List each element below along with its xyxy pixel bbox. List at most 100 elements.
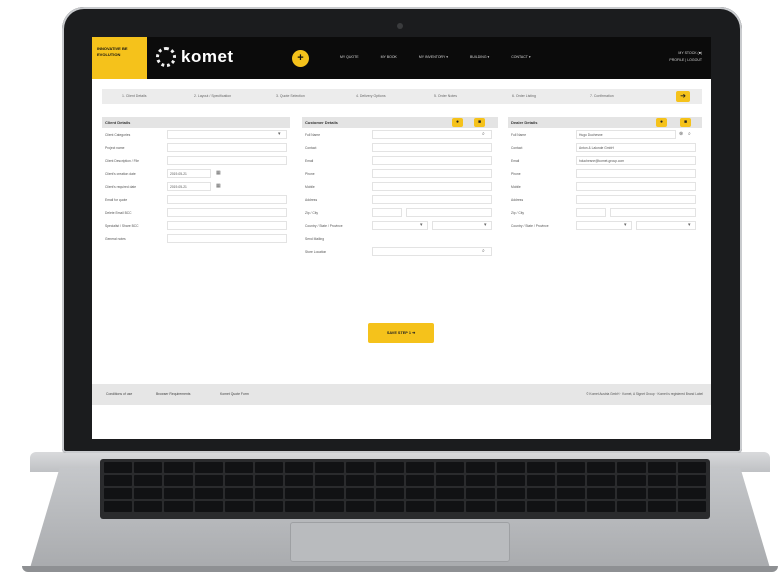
specialist-bcc-input[interactable] xyxy=(167,221,287,230)
keyboard-key xyxy=(194,501,223,512)
footer-link-quote-form[interactable]: Komet Quote Form xyxy=(220,392,249,396)
calendar-icon[interactable]: ▦ xyxy=(216,170,221,176)
keyboard-key xyxy=(587,475,616,486)
customer-phone-input[interactable] xyxy=(372,169,492,178)
project-name-input[interactable] xyxy=(167,143,287,152)
save-step-button[interactable]: SAVE STEP 1 ➜ xyxy=(368,323,434,343)
account-profile-logout[interactable]: PROFILE | LOGOUT xyxy=(650,57,702,64)
add-button[interactable]: + xyxy=(292,50,309,67)
step-5[interactable]: 5. Order Notes xyxy=(434,94,457,98)
customer-contact-input[interactable] xyxy=(372,143,492,152)
keyboard-key xyxy=(526,501,555,512)
next-step-button[interactable]: ➜ xyxy=(676,91,690,102)
dealer-email-input[interactable]: hduchesne@komet-group.com xyxy=(576,156,696,165)
footer-link-browser[interactable]: Browser Requirements xyxy=(156,392,190,396)
account-menu[interactable]: MY STOCK (■) PROFILE | LOGOUT xyxy=(650,50,702,64)
nav-item-my-book[interactable]: MY BOOK xyxy=(381,55,397,59)
keyboard-key xyxy=(194,475,223,486)
keyboard-key xyxy=(134,462,163,473)
account-stock[interactable]: MY STOCK (■) xyxy=(650,50,702,57)
store-location-input[interactable] xyxy=(372,247,492,256)
dealer-city-input[interactable] xyxy=(610,208,696,217)
email-for-quote-input[interactable] xyxy=(167,195,287,204)
dealer-row: Full Name Hugo Duchesne ⊗ ⌕ xyxy=(508,129,702,141)
chevron-down-icon: ▾ xyxy=(484,222,487,228)
step-3[interactable]: 3. Quote Selection xyxy=(276,94,305,98)
dealer-phone-input[interactable] xyxy=(576,169,696,178)
user-icon[interactable]: ● xyxy=(656,118,667,127)
customer-row: Address xyxy=(302,194,498,206)
keyboard-key xyxy=(677,475,706,486)
client-categories-select[interactable] xyxy=(167,130,287,139)
customer-mobile-input[interactable] xyxy=(372,182,492,191)
keyboard-key xyxy=(617,475,646,486)
step-2[interactable]: 2. Layout / Specification xyxy=(194,94,231,98)
folder-icon[interactable]: ■ xyxy=(680,118,691,127)
keyboard-key xyxy=(466,462,495,473)
keyboard-key xyxy=(315,488,344,499)
keyboard-key xyxy=(466,488,495,499)
dealer-mobile-input[interactable] xyxy=(576,182,696,191)
nav-item-my-inventory[interactable]: MY INVENTORY ▾ xyxy=(419,55,448,59)
step-4[interactable]: 4. Delivery Options xyxy=(356,94,386,98)
client-row: Client Description / File xyxy=(102,155,290,167)
keyboard-keys xyxy=(104,462,706,516)
field-label: Email for quote xyxy=(105,198,128,202)
creation-date-input[interactable]: 2019-05-21 xyxy=(167,169,211,178)
keyboard-key xyxy=(134,488,163,499)
dealer-full-name-input[interactable]: Hugo Duchesne xyxy=(576,130,676,139)
dealer-state-select[interactable] xyxy=(636,221,696,230)
search-icon[interactable]: ⌕ xyxy=(688,131,691,137)
keyboard-key xyxy=(194,462,223,473)
calendar-icon[interactable]: ▦ xyxy=(216,183,221,189)
customer-full-name-input[interactable] xyxy=(372,130,492,139)
field-label: Email xyxy=(305,159,314,163)
clear-icon[interactable]: ⊗ xyxy=(679,131,683,137)
client-row: General notes xyxy=(102,233,290,245)
required-date-input[interactable]: 2019-05-21 xyxy=(167,182,211,191)
nav-item-my-quote[interactable]: MY QUOTE xyxy=(340,55,359,59)
dealer-row: Zip / City xyxy=(508,207,702,219)
keyboard-key xyxy=(406,501,435,512)
search-icon[interactable]: ⌕ xyxy=(482,248,485,254)
customer-zip-input[interactable] xyxy=(372,208,402,217)
keyboard-key xyxy=(104,475,133,486)
client-row: Project name xyxy=(102,142,290,154)
nav-item-building[interactable]: BUILDING ▾ xyxy=(470,55,489,59)
customer-city-input[interactable] xyxy=(406,208,492,217)
komet-logo[interactable]: komet xyxy=(156,47,234,67)
chevron-down-icon: ▾ xyxy=(278,131,281,137)
dealer-address-input[interactable] xyxy=(576,195,696,204)
keyboard-key xyxy=(345,475,374,486)
customer-email-input[interactable] xyxy=(372,156,492,165)
nav-item-contact[interactable]: CONTACT ▾ xyxy=(511,55,530,59)
client-details-panel: Client Details Client Categories ▾ Proje… xyxy=(102,117,290,245)
field-label: Full Name xyxy=(511,133,527,137)
client-description-input[interactable] xyxy=(167,156,287,165)
user-icon[interactable]: ● xyxy=(452,118,463,127)
step-7[interactable]: 7. Confirmation xyxy=(590,94,614,98)
keyboard-key xyxy=(224,488,253,499)
dealer-zip-input[interactable] xyxy=(576,208,606,217)
webcam xyxy=(397,23,403,29)
search-icon[interactable]: ⌕ xyxy=(482,131,485,137)
customer-address-input[interactable] xyxy=(372,195,492,204)
keyboard-key xyxy=(164,501,193,512)
step-6[interactable]: 6. Order Listing xyxy=(512,94,536,98)
customer-state-select[interactable] xyxy=(432,221,492,230)
field-label: Specialist / Share BCC xyxy=(105,224,139,228)
footer-link-conditions[interactable]: Conditions of use xyxy=(106,392,132,396)
dealer-contact-input[interactable]: Anton & Lalonde GmbH xyxy=(576,143,696,152)
folder-icon[interactable]: ■ xyxy=(474,118,485,127)
delete-email-bcc-input[interactable] xyxy=(167,208,287,217)
step-1[interactable]: 1. Client Details xyxy=(122,94,147,98)
general-notes-input[interactable] xyxy=(167,234,287,243)
keyboard-key xyxy=(224,462,253,473)
main-nav: MY QUOTE MY BOOK MY INVENTORY ▾ BUILDING… xyxy=(340,55,531,59)
footer-copyright: © Komet Austria GmbH · Komet, A Signet G… xyxy=(586,392,703,396)
keyboard-key xyxy=(677,501,706,512)
keyboard-key xyxy=(587,488,616,499)
keyboard-key xyxy=(496,462,525,473)
customer-row: Country / State / Province ▾ ▾ xyxy=(302,220,498,232)
dealer-details-header: Dealer Details ● ■ xyxy=(508,117,702,128)
